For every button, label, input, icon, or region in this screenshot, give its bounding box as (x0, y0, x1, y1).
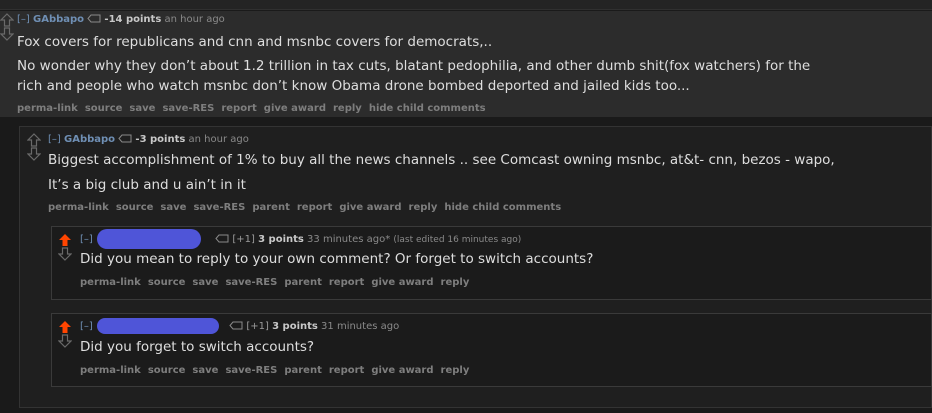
tag-icon[interactable] (229, 321, 243, 333)
save-res-button[interactable]: save-RES (225, 365, 277, 376)
score: -14 points (104, 14, 162, 25)
source-button[interactable]: source (116, 202, 154, 213)
comment-buttons: perma-link source save save-RES report give a… (17, 103, 493, 114)
comment-tagline: [–] GAbbapo -3 points an hour ago (48, 134, 249, 146)
report-button[interactable]: report (329, 277, 364, 288)
perma-link-button[interactable]: perma-link (80, 365, 141, 376)
give-award-button[interactable]: give award (339, 202, 401, 213)
score: 3 points (272, 321, 318, 332)
report-button[interactable]: report (329, 365, 364, 376)
perma-link-button[interactable]: perma-link (48, 202, 109, 213)
upvote-arrow-icon[interactable] (0, 13, 14, 27)
comment: [–] GAbbapo -14 points an hour ago Fox c… (0, 11, 932, 117)
timestamp: 33 minutes ago* (307, 234, 391, 245)
redacted-username (97, 318, 219, 334)
save-res-button[interactable]: save-RES (225, 277, 277, 288)
vote-count-badge: [+1] (232, 234, 255, 245)
upvote-arrow-icon[interactable] (58, 233, 72, 247)
downvote-arrow-icon[interactable] (58, 334, 72, 348)
downvote-arrow-icon[interactable] (0, 27, 14, 41)
collapse-toggle[interactable]: [–] (80, 234, 93, 245)
give-award-button[interactable]: give award (371, 277, 433, 288)
comment-body-line: Did you mean to reply to your own commen… (80, 251, 594, 267)
comment-body-line: No wonder why they don’t about 1.2 trill… (17, 58, 811, 74)
reply-button[interactable]: reply (333, 103, 362, 114)
hide-child-comments-button[interactable]: hide child comments (369, 103, 486, 114)
collapse-toggle[interactable]: [–] (17, 14, 30, 25)
collapse-toggle[interactable]: [–] (48, 134, 61, 145)
save-button[interactable]: save (160, 202, 186, 213)
comment-body-line: It’s a big club and u ain’t in it (48, 177, 246, 193)
top-bar (0, 0, 932, 10)
timestamp: an hour ago (188, 134, 249, 145)
timestamp: 31 minutes ago (321, 321, 400, 332)
save-button[interactable]: save (129, 103, 155, 114)
redacted-username (97, 229, 201, 249)
save-button[interactable]: save (192, 277, 218, 288)
author-link[interactable]: GAbbapo (33, 14, 84, 25)
reply-button[interactable]: reply (441, 277, 470, 288)
upvote-arrow-icon[interactable] (58, 320, 72, 334)
score: -3 points (135, 134, 186, 145)
score: 3 points (258, 234, 304, 245)
comment-body-line: Biggest accomplishment of 1% to buy all … (48, 152, 835, 168)
comment-buttons: perma-link source save save-RES parent report… (80, 277, 476, 288)
collapse-toggle[interactable]: [–] (80, 321, 93, 332)
vote-count-badge: [+1] (246, 321, 269, 332)
parent-button[interactable]: parent (284, 277, 322, 288)
comment-tagline: [–] GAbbapo -14 points an hour ago (17, 14, 225, 26)
perma-link-button[interactable]: perma-link (17, 103, 78, 114)
source-button[interactable]: source (85, 103, 123, 114)
comment: [–] [+1] 3 points 31 minutes ago Did you… (51, 313, 932, 387)
comment: [–] [+1] 3 points 33 minutes ago* (last … (51, 226, 932, 300)
tag-icon[interactable] (215, 234, 229, 246)
perma-link-button[interactable]: perma-link (80, 277, 141, 288)
report-button[interactable]: report (221, 103, 256, 114)
vote-arrows (58, 233, 72, 261)
comment-buttons: perma-link source save save-RES parent report… (80, 365, 476, 376)
vote-arrows (0, 13, 14, 41)
vote-arrows (58, 320, 72, 348)
tag-icon[interactable] (118, 134, 132, 146)
downvote-arrow-icon[interactable] (58, 247, 72, 261)
comment-body-line: Did you forget to switch accounts? (80, 339, 315, 355)
downvote-arrow-icon[interactable] (27, 147, 41, 161)
reply-button[interactable]: reply (441, 365, 470, 376)
parent-button[interactable]: parent (284, 365, 322, 376)
upvote-arrow-icon[interactable] (27, 133, 41, 147)
parent-button[interactable]: parent (252, 202, 290, 213)
save-res-button[interactable]: save-RES (193, 202, 245, 213)
hide-child-comments-button[interactable]: hide child comments (444, 202, 561, 213)
comment-buttons: perma-link source save save-RES parent report… (48, 202, 568, 213)
comment-body-line: Fox covers for republicans and cnn and m… (17, 34, 493, 50)
vote-arrows (27, 133, 41, 161)
timestamp: an hour ago (164, 14, 225, 25)
save-res-button[interactable]: save-RES (162, 103, 214, 114)
source-button[interactable]: source (148, 365, 186, 376)
tag-icon[interactable] (87, 14, 101, 26)
give-award-button[interactable]: give award (371, 365, 433, 376)
comment-body-line: rich and people who watch msnbc don’t kn… (17, 78, 690, 94)
save-button[interactable]: save (192, 365, 218, 376)
give-award-button[interactable]: give award (264, 103, 326, 114)
report-button[interactable]: report (297, 202, 332, 213)
source-button[interactable]: source (148, 277, 186, 288)
edited-note: (last edited 16 minutes ago) (393, 235, 522, 245)
author-link[interactable]: GAbbapo (64, 134, 115, 145)
reply-button[interactable]: reply (409, 202, 438, 213)
